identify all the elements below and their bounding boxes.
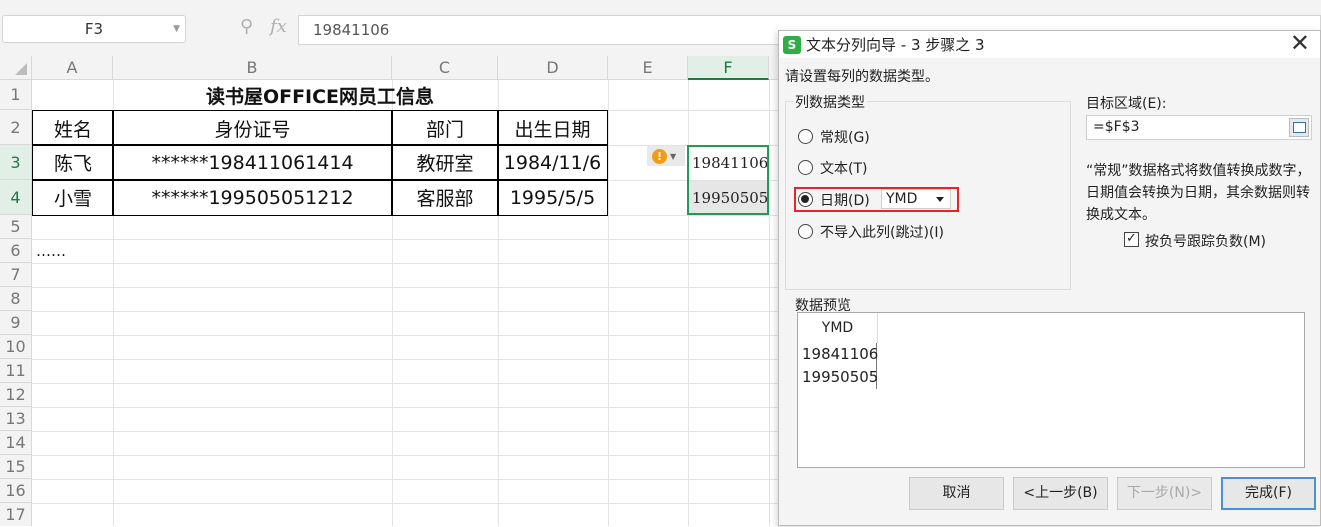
preview-header: YMD [798, 313, 878, 343]
radio-text[interactable] [798, 160, 813, 175]
column-header-b[interactable]: B [113, 56, 392, 80]
gridline [32, 383, 778, 384]
instruction-text: 请设置每列的数据类型。 [785, 69, 939, 85]
row-header-3[interactable]: 3 [0, 145, 32, 180]
radio-skip[interactable] [798, 224, 813, 239]
name-box-value: F3 [84, 20, 104, 38]
dest-label: 目标区域(E): [1086, 96, 1167, 112]
dest-value: =$F$3 [1093, 119, 1140, 135]
finish-button[interactable]: 完成(F) [1221, 477, 1316, 510]
gridline [32, 263, 778, 264]
preview-row: 19841106 [802, 345, 879, 363]
column-header-e[interactable]: E [608, 56, 688, 80]
name-box[interactable]: F3 ▼ [2, 15, 186, 43]
row-header-10[interactable]: 10 [0, 335, 32, 359]
wps-logo-icon: S [783, 36, 801, 54]
table-cell[interactable]: 小雪 [32, 179, 114, 216]
gridline [32, 359, 778, 360]
column-header-f[interactable]: F [688, 56, 769, 80]
row-header-9[interactable]: 9 [0, 311, 32, 335]
row-header-2[interactable]: 2 [0, 110, 32, 145]
row-header-8[interactable]: 8 [0, 287, 32, 311]
column-header-d[interactable]: D [498, 56, 608, 80]
dest-input[interactable]: =$F$3 [1086, 115, 1312, 140]
data-preview[interactable]: YMD 19841106 19950505 [797, 312, 1305, 468]
zoom-icon[interactable]: ⚲ [240, 16, 253, 37]
option-text-label[interactable]: 文本(T) [820, 158, 867, 178]
table-cell[interactable]: ******198411061414 [112, 144, 393, 181]
row-header-16[interactable]: 16 [0, 479, 32, 503]
column-header-c[interactable]: C [392, 56, 498, 80]
header-cell-name[interactable]: 姓名 [32, 110, 114, 146]
negative-checkbox[interactable]: ✓ [1124, 232, 1139, 247]
selection-range [687, 145, 769, 215]
row-header-14[interactable]: 14 [0, 431, 32, 455]
table-cell[interactable]: 1984/11/6 [497, 144, 608, 181]
close-icon[interactable]: ✕ [1290, 30, 1310, 56]
gridline [32, 287, 778, 288]
row-header-13[interactable]: 13 [0, 407, 32, 431]
table-cell[interactable]: 1995/5/5 [497, 179, 608, 216]
row-header-1[interactable]: 1 [0, 80, 32, 110]
format-note: “常规”数据格式将数值转换成数字，日期值会转换为日期，其余数据则转换成文本。 [1086, 163, 1311, 223]
warning-icon: ! [652, 148, 667, 164]
gridline [32, 503, 778, 504]
cancel-button[interactable]: 取消 [909, 477, 1004, 510]
range-picker-icon[interactable] [1289, 118, 1309, 137]
header-cell-birthdate[interactable]: 出生日期 [497, 110, 608, 146]
row-header-5[interactable]: 5 [0, 215, 32, 239]
gridline [32, 335, 778, 336]
fx-icon[interactable]: fx [270, 16, 287, 37]
row-header-6[interactable]: 6 [0, 239, 32, 263]
column-header-g [769, 56, 778, 80]
gridline [32, 431, 778, 432]
chevron-down-icon: ▼ [670, 151, 677, 161]
header-cell-id[interactable]: 身份证号 [112, 110, 393, 146]
ellipsis-cell[interactable]: …… [32, 239, 112, 263]
dialog-titlebar[interactable]: S 文本分列向导 - 3 步骤之 3 ✕ [779, 30, 1320, 58]
option-general-label[interactable]: 常规(G) [820, 127, 870, 147]
dialog-title: 文本分列向导 - 3 步骤之 3 [806, 36, 985, 54]
preview-row: 19950505 [802, 368, 879, 386]
row-header-15[interactable]: 15 [0, 455, 32, 479]
text-to-columns-dialog: S 文本分列向导 - 3 步骤之 3 ✕ 请设置每列的数据类型。 列数据类型 常… [778, 30, 1321, 526]
row-header-7[interactable]: 7 [0, 263, 32, 287]
column-header-a[interactable]: A [32, 56, 113, 80]
option-skip-label[interactable]: 不导入此列(跳过)(I) [820, 222, 944, 242]
gridline [32, 479, 778, 480]
back-button[interactable]: <上一步(B) [1013, 477, 1108, 510]
negative-label[interactable]: 按负号跟踪负数(M) [1145, 231, 1266, 251]
table-cell[interactable]: ******199505051212 [112, 179, 393, 216]
gridline [32, 407, 778, 408]
chevron-down-icon[interactable]: ▼ [173, 16, 180, 42]
table-cell[interactable]: 教研室 [391, 144, 499, 181]
radio-general[interactable] [798, 129, 813, 144]
gridline [769, 80, 770, 526]
gridline [608, 80, 609, 526]
error-smart-tag[interactable]: ! ▼ [647, 146, 685, 166]
highlight-box [794, 187, 959, 212]
row-header-4[interactable]: 4 [0, 180, 32, 215]
table-cell[interactable]: 陈飞 [32, 144, 114, 181]
row-header-11[interactable]: 11 [0, 359, 32, 383]
gridline [32, 311, 778, 312]
sheet-title[interactable]: 读书屋OFFICE网员工信息 [32, 80, 608, 111]
next-button[interactable]: 下一步(N)> [1117, 477, 1212, 510]
row-header-12[interactable]: 12 [0, 383, 32, 407]
gridline [32, 239, 778, 240]
header-cell-dept[interactable]: 部门 [391, 110, 499, 146]
table-cell[interactable]: 客服部 [391, 179, 499, 216]
select-all-corner[interactable] [0, 56, 32, 80]
column-type-label: 列数据类型 [793, 92, 867, 112]
gridline [32, 455, 778, 456]
row-header-17[interactable]: 17 [0, 503, 32, 526]
